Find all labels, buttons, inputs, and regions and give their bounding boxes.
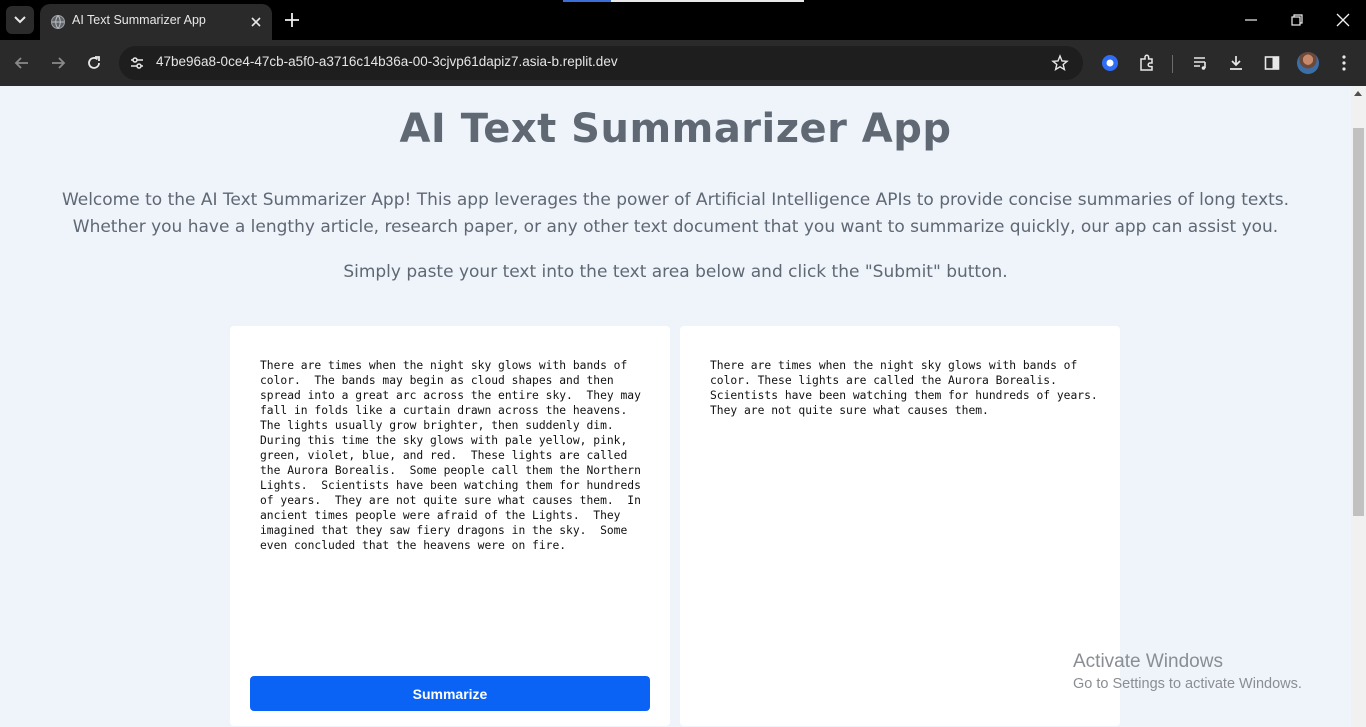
back-icon[interactable] <box>12 53 32 73</box>
media-playlist-icon[interactable] <box>1191 53 1211 73</box>
browser-tab[interactable]: AI Text Summarizer App <box>40 4 272 40</box>
intro-paragraph: Welcome to the AI Text Summarizer App! T… <box>61 190 1290 237</box>
close-window-icon[interactable] <box>1333 10 1353 30</box>
globe-icon <box>51 15 65 29</box>
tab-strip-indicator-light <box>611 0 804 2</box>
tab-search-button[interactable] <box>6 6 34 34</box>
page-title: AI Text Summarizer App <box>399 106 952 152</box>
url-text[interactable]: 47be96a8-0ce4-47cb-a5f0-a3716c14b36a-00-… <box>156 54 618 69</box>
activation-subtitle: Go to Settings to activate Windows. <box>1073 676 1302 692</box>
tab-strip-indicator <box>563 0 611 2</box>
input-card: There are times when the night sky glows… <box>230 326 670 726</box>
side-panel-icon[interactable] <box>1262 53 1282 73</box>
summarize-button[interactable]: Summarize <box>250 676 650 711</box>
input-textarea[interactable]: There are times when the night sky glows… <box>260 358 650 553</box>
restore-icon[interactable] <box>1287 10 1307 30</box>
extensions-puzzle-icon[interactable] <box>1137 53 1157 73</box>
reload-icon[interactable] <box>84 53 104 73</box>
site-settings-icon[interactable] <box>129 55 145 71</box>
new-tab-icon[interactable] <box>282 10 302 30</box>
summary-output: There are times when the night sky glows… <box>710 359 1105 417</box>
scrollbar-thumb[interactable] <box>1353 128 1364 516</box>
minimize-icon[interactable] <box>1241 10 1261 30</box>
profile-avatar[interactable] <box>1297 52 1319 74</box>
address-bar[interactable]: 47be96a8-0ce4-47cb-a5f0-a3716c14b36a-00-… <box>119 46 1083 80</box>
tab-bar: AI Text Summarizer App <box>0 0 1366 40</box>
browser-toolbar: 47be96a8-0ce4-47cb-a5f0-a3716c14b36a-00-… <box>0 40 1366 86</box>
summary-card: There are times when the night sky glows… <box>680 326 1120 726</box>
page-scrollbar[interactable] <box>1351 86 1366 727</box>
menu-dots-icon[interactable] <box>1334 53 1354 73</box>
windows-activation-watermark: Activate Windows Go to Settings to activ… <box>1073 651 1302 692</box>
tab-title: AI Text Summarizer App <box>72 13 206 27</box>
chevron-down-icon <box>14 16 26 24</box>
close-tab-icon[interactable] <box>248 14 264 30</box>
download-icon[interactable] <box>1226 53 1246 73</box>
activation-title: Activate Windows <box>1073 651 1223 672</box>
toolbar-separator <box>1172 55 1173 73</box>
scroll-up-arrow-icon[interactable] <box>1354 91 1362 96</box>
page-content: AI Text Summarizer App Welcome to the AI… <box>0 86 1351 727</box>
extension-circle-icon[interactable] <box>1100 53 1120 73</box>
instruction-text: Simply paste your text into the text are… <box>343 262 1008 282</box>
bookmark-star-icon[interactable] <box>1051 54 1069 72</box>
forward-icon[interactable] <box>48 53 68 73</box>
